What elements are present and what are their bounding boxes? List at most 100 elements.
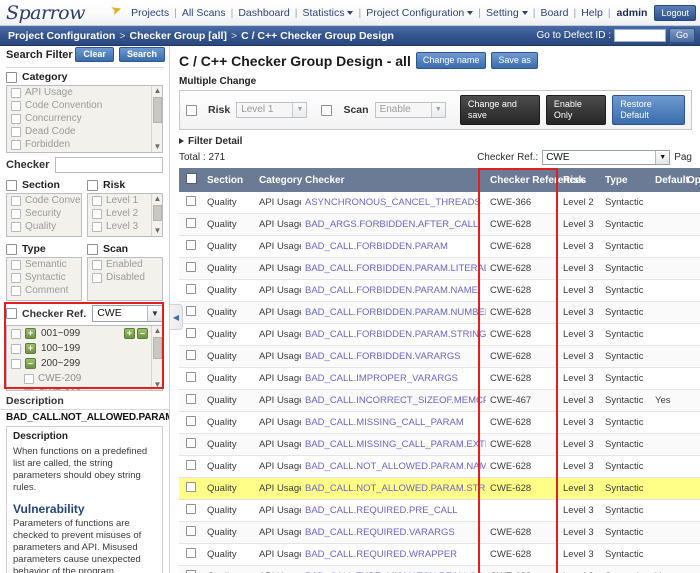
item-checkbox[interactable] xyxy=(11,221,21,232)
item-checkbox[interactable] xyxy=(11,195,21,206)
cell-checker[interactable]: BAD_CALL.FORBIDDEN.VARARGS xyxy=(301,345,486,368)
scroll-up-icon[interactable]: ▲ xyxy=(152,194,162,204)
breadcrumb-item-0[interactable]: Project Configuration xyxy=(8,30,115,42)
column-header-default[interactable]: Default xyxy=(651,168,689,192)
checker-link[interactable]: BAD_CALL.FORBIDDEN.PARAM.NUMBER xyxy=(305,307,486,318)
collapse-all-icon[interactable]: – xyxy=(137,328,148,339)
row-checkbox[interactable] xyxy=(186,548,196,558)
scrollbar-thumb[interactable] xyxy=(153,205,162,221)
item-checkbox[interactable] xyxy=(92,208,102,219)
section-checkbox[interactable] xyxy=(6,179,17,191)
item-checkbox[interactable] xyxy=(11,87,21,98)
row-select-cell[interactable] xyxy=(179,433,203,456)
tree-scrollbar[interactable]: ▲ ▼ xyxy=(151,326,162,390)
type-checkbox[interactable] xyxy=(6,243,17,255)
item-checkbox[interactable] xyxy=(11,272,21,283)
cell-checker[interactable]: BAD_CALL.REQUIRED.PRE_CALL xyxy=(301,499,486,522)
checker-link[interactable]: BAD_CALL.REQUIRED.PRE_CALL xyxy=(305,505,458,516)
column-header-type[interactable]: Type xyxy=(601,168,651,192)
row-select-cell[interactable] xyxy=(179,565,203,573)
item-checkbox[interactable] xyxy=(11,328,21,339)
filter-detail-toggle[interactable]: Filter Detail xyxy=(171,130,700,147)
tree-node[interactable]: +100~199 xyxy=(7,341,162,356)
checker-link[interactable]: BAD_CALL.FORBIDDEN.VARARGS xyxy=(305,351,461,362)
row-checkbox[interactable] xyxy=(186,262,196,272)
row-select-cell[interactable] xyxy=(179,279,203,302)
list-item[interactable]: Quality xyxy=(7,220,81,233)
column-header-section[interactable]: Section xyxy=(203,168,255,192)
cell-checker[interactable]: BAD_CALL.TYPE_MISMATCH.REALLOC xyxy=(301,565,486,573)
nav-item-project-configuration[interactable]: Project Configuration xyxy=(362,0,477,26)
row-checkbox[interactable] xyxy=(186,504,196,514)
multiple-change-risk-select[interactable]: Level 1 ▼ xyxy=(236,102,308,118)
column-header-checker-references[interactable]: Checker References xyxy=(486,168,586,192)
select-all-header[interactable] xyxy=(179,168,203,192)
section-listbox[interactable]: Code Convention Security Quality xyxy=(6,193,82,237)
filter-group-category[interactable]: Category xyxy=(0,68,169,85)
checker-link[interactable]: BAD_CALL.REQUIRED.WRAPPER xyxy=(305,549,457,560)
scroll-down-icon[interactable]: ▼ xyxy=(152,380,162,390)
cell-checker[interactable]: BAD_CALL.FORBIDDEN.PARAM.NUMBER xyxy=(301,301,486,324)
nav-item-statistics[interactable]: Statistics xyxy=(298,0,357,26)
nav-item-setting[interactable]: Setting xyxy=(482,0,532,26)
row-select-cell[interactable] xyxy=(179,389,203,412)
list-item[interactable]: API Usage xyxy=(7,86,162,99)
row-checkbox[interactable] xyxy=(186,284,196,294)
list-item[interactable]: Semantic xyxy=(7,258,81,271)
checker-ref-select[interactable]: CWE ▼ xyxy=(92,305,163,322)
cell-checker[interactable]: BAD_ARGS.FORBIDDEN.AFTER_CALL xyxy=(301,213,486,236)
checker-link[interactable]: BAD_CALL.FORBIDDEN.PARAM.LITERAL xyxy=(305,263,486,274)
row-select-cell[interactable] xyxy=(179,235,203,258)
scroll-up-icon[interactable]: ▲ xyxy=(152,326,162,336)
tree-leaf[interactable]: CWE-219 xyxy=(7,386,162,390)
item-checkbox[interactable] xyxy=(92,259,102,270)
table-row[interactable]: QualityAPI UsageBAD_CALL.TYPE_MISMATCH.R… xyxy=(179,565,700,573)
cell-checker[interactable]: BAD_CALL.REQUIRED.VARARGS xyxy=(301,521,486,544)
go-to-defect-input[interactable] xyxy=(613,28,666,42)
table-row[interactable]: Quality API Usage BAD_ARGS.FORBIDDEN.AFTER… xyxy=(179,213,700,236)
filter-group-scan[interactable]: Scan xyxy=(87,240,169,257)
checker-link[interactable]: BAD_ARGS.FORBIDDEN.AFTER_CALL xyxy=(305,219,478,230)
scroll-down-icon[interactable]: ▼ xyxy=(152,142,162,152)
row-checkbox[interactable] xyxy=(186,394,196,404)
checker-link[interactable]: BAD_CALL.IMPROPER_VARARGS xyxy=(305,373,458,384)
risk-scrollbar[interactable]: ▲ ▼ xyxy=(151,194,162,236)
table-row[interactable]: Quality API Usage BAD_CALL.NOT_ALLOWED.PAR… xyxy=(179,477,700,500)
multiple-change-scan-select[interactable]: Enable ▼ xyxy=(374,102,446,118)
nav-item-projects[interactable]: Projects xyxy=(127,0,173,26)
row-checkbox[interactable] xyxy=(186,460,196,470)
expand-icon[interactable]: + xyxy=(25,343,36,354)
row-select-cell[interactable] xyxy=(179,213,203,236)
checker-ref-top-select[interactable]: CWE ▼ xyxy=(542,150,671,165)
row-checkbox[interactable] xyxy=(186,526,196,536)
risk-listbox[interactable]: Level 1 Level 2 Level 3 ▲ ▼ xyxy=(87,193,163,237)
nav-item-dashboard[interactable]: Dashboard xyxy=(234,0,293,26)
row-select-cell[interactable] xyxy=(179,257,203,280)
scroll-down-icon[interactable]: ▼ xyxy=(152,226,162,236)
collapse-panel-icon[interactable]: ◀ xyxy=(170,304,183,330)
list-item[interactable]: Concurrency xyxy=(7,112,162,125)
checker-link[interactable]: BAD_CALL.MISSING_CALL_PARAM xyxy=(305,417,464,428)
list-item[interactable]: Enabled xyxy=(88,258,162,271)
select-all-checkbox[interactable] xyxy=(185,173,197,184)
tree-node[interactable]: –200~299 xyxy=(7,356,162,371)
item-checkbox[interactable] xyxy=(92,195,102,206)
nav-item-board[interactable]: Board xyxy=(536,0,572,26)
table-row[interactable]: Quality API Usage BAD_CALL.MISSING_CALL_PA… xyxy=(179,433,700,456)
table-row[interactable]: Quality API Usage BAD_CALL.FORBIDDEN.PARAM… xyxy=(179,323,700,346)
checker-ref-tree[interactable]: + – +001~099 +100~199 –200~299 CWE-209 C… xyxy=(6,325,163,391)
row-checkbox[interactable] xyxy=(186,306,196,316)
category-checkbox[interactable] xyxy=(6,71,17,83)
list-item[interactable]: Syntactic xyxy=(7,271,81,284)
table-row[interactable]: Quality API Usage BAD_CALL.FORBIDDEN.VARAR… xyxy=(179,345,700,368)
item-checkbox[interactable] xyxy=(11,126,21,137)
item-checkbox[interactable] xyxy=(11,139,21,150)
row-select-cell[interactable] xyxy=(179,455,203,478)
checker-link[interactable]: BAD_CALL.FORBIDDEN.PARAM.STRING xyxy=(305,329,486,340)
row-select-cell[interactable] xyxy=(179,499,203,522)
checker-input[interactable] xyxy=(55,157,163,173)
cell-checker[interactable]: BAD_CALL.MISSING_CALL_PARAM xyxy=(301,411,486,434)
cell-checker[interactable]: BAD_CALL.NOT_ALLOWED.PARAM.STRING xyxy=(301,477,486,500)
breadcrumb-item-1[interactable]: Checker Group [all] xyxy=(129,30,226,42)
item-checkbox[interactable] xyxy=(11,259,21,270)
